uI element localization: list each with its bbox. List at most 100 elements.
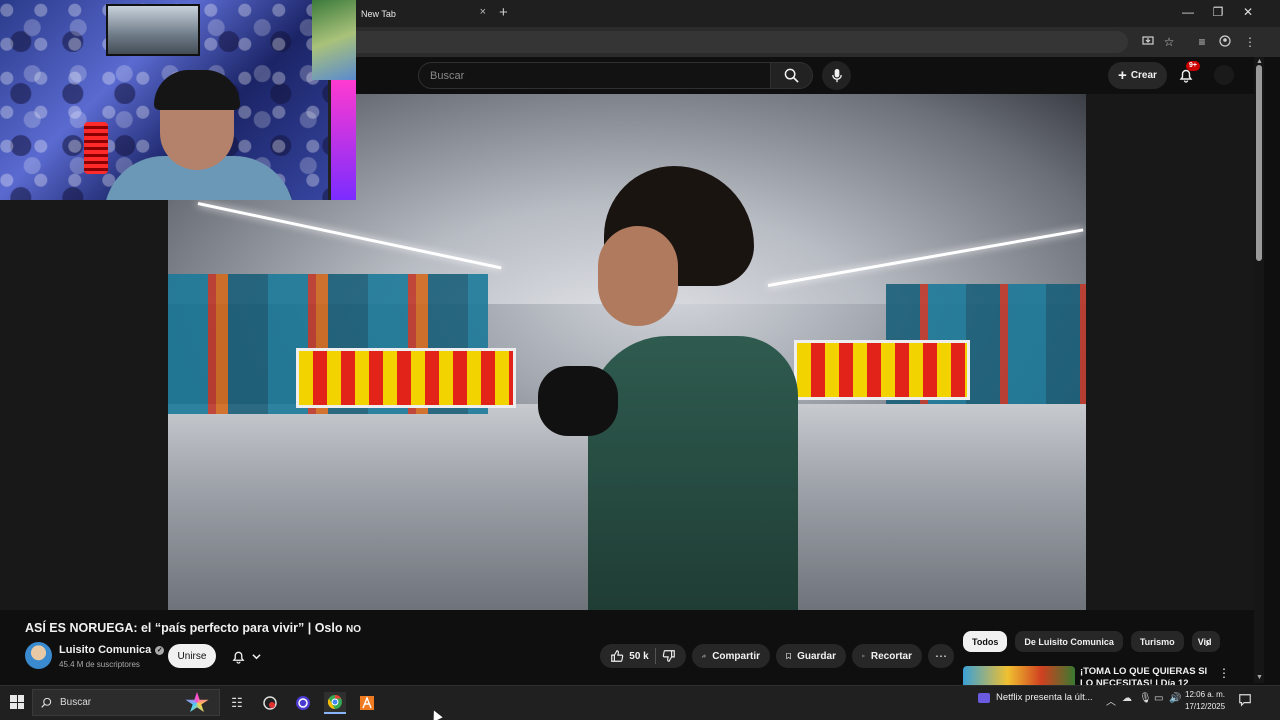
profile-icon[interactable] (1218, 35, 1232, 49)
speaker-icon[interactable]: 🔊 (1169, 693, 1181, 704)
start-button[interactable] (10, 695, 24, 709)
app-icon-3[interactable] (356, 692, 378, 714)
search-box (418, 62, 770, 89)
subscriber-count: 45.4 M de suscriptores (59, 660, 140, 669)
channel-name-text: Luisito Comunica (59, 644, 152, 656)
taskbar-search[interactable]: Buscar (32, 689, 220, 716)
minimize-button[interactable]: — (1178, 5, 1198, 19)
save-button[interactable]: Guardar (776, 644, 846, 668)
video-info-section: ASÍ ES NORUEGA: el “país perfecto para v… (0, 610, 1254, 686)
task-view-icon[interactable]: ☷ (226, 692, 248, 714)
clip-label: Recortar (870, 650, 912, 662)
more-actions-button[interactable]: ⋯ (928, 644, 954, 668)
share-label: Compartir (712, 650, 760, 662)
chevron-down-icon (252, 653, 261, 659)
search-highlight-icon (185, 692, 209, 713)
chip-turismo[interactable]: Turismo (1130, 631, 1184, 652)
microphone-icon[interactable]: 🎙 (1139, 693, 1152, 704)
create-label: Crear (1130, 70, 1157, 81)
subscription-bell-button[interactable] (222, 644, 270, 668)
notifications-button[interactable]: 9+ (1174, 61, 1200, 87)
chip-de-luisito-comunica[interactable]: De Luisito Comunica (1015, 631, 1123, 652)
chrome-icon[interactable] (324, 692, 346, 714)
action-center-icon[interactable] (1238, 693, 1252, 710)
video-frame-barrier-left (296, 348, 516, 408)
recommended-thumbnail[interactable] (963, 666, 1075, 686)
verified-icon: ✓ (155, 645, 165, 655)
screen: New Tab × + — ❐ ✕ ☆ ≡ ⋮ + Crear (0, 0, 1280, 720)
chevron-right-icon[interactable]: › (1205, 634, 1210, 650)
youtube-header: + Crear 9+ (356, 57, 1260, 94)
address-bar[interactable] (356, 31, 1128, 53)
network-icon[interactable]: ▭ (1154, 693, 1163, 704)
cloud-icon[interactable]: ☁ (1122, 693, 1132, 704)
video-frame-barrier-right (794, 340, 970, 400)
video-title: ASÍ ES NORUEGA: el “país perfecto para v… (25, 621, 361, 635)
scroll-up-icon[interactable]: ▲ (1255, 58, 1264, 65)
install-app-icon[interactable] (1141, 35, 1155, 49)
bell-icon (232, 651, 245, 664)
webcam-overlay (0, 0, 356, 200)
notification-badge: 9+ (1186, 61, 1200, 71)
browser-menu-icon[interactable]: ⋮ (1243, 35, 1257, 49)
bookmark-star-icon[interactable]: ☆ (1162, 35, 1176, 49)
scissors-icon (862, 654, 865, 658)
scrollbar-thumb[interactable] (1256, 65, 1262, 261)
clock-date: 17/12/2025 (1185, 702, 1226, 711)
taskbar-clock[interactable]: 12:06 a. m. 17/12/2025 (1185, 689, 1225, 713)
video-frame-presenter (538, 166, 798, 610)
app-icon-1[interactable] (259, 692, 281, 714)
microphone-icon (831, 68, 842, 83)
bookmark-icon (786, 652, 791, 660)
thumbs-down-icon (662, 650, 675, 662)
like-count: 50 k (629, 650, 649, 662)
browser-toolbar: ☆ ≡ ⋮ (356, 27, 1280, 57)
cast-icon[interactable]: ≡ (1195, 35, 1209, 49)
search-button[interactable] (770, 62, 813, 89)
pc-case (328, 80, 356, 200)
account-avatar[interactable] (1214, 65, 1234, 85)
taskbar-notification[interactable]: Netflix presenta la últ... (978, 692, 1093, 703)
app-icon-2[interactable] (292, 692, 314, 714)
recommended-title[interactable]: ¡TOMA LO QUE QUIERAS SI LO NECESITAS! | … (1080, 666, 1220, 685)
taskbar-search-placeholder: Buscar (60, 697, 92, 708)
restore-button[interactable]: ❐ (1208, 5, 1228, 19)
plus-icon: + (1118, 66, 1127, 84)
thumbs-up-icon (611, 650, 624, 662)
like-dislike-group: 50 k (600, 644, 686, 668)
share-icon (702, 654, 707, 659)
video-title-suffix: NO (345, 624, 361, 635)
scroll-down-icon[interactable]: ▼ (1255, 674, 1264, 681)
close-window-button[interactable]: ✕ (1238, 5, 1258, 19)
channel-avatar[interactable] (25, 642, 52, 669)
chip-todos[interactable]: Todos (963, 631, 1008, 652)
search-icon (41, 697, 52, 708)
background-monitor (106, 4, 200, 56)
tab-close-icon[interactable]: × (480, 7, 486, 18)
tab-title: New Tab (361, 8, 396, 19)
clip-button[interactable]: Recortar (852, 644, 922, 668)
browser-tab[interactable]: New Tab × (356, 0, 493, 27)
video-title-text: ASÍ ES NORUEGA: el “país perfecto para v… (25, 621, 343, 635)
like-divider (654, 648, 656, 664)
save-label: Guardar (797, 650, 836, 662)
chevron-up-icon[interactable]: ︿ (1106, 693, 1116, 708)
browser-tab-strip: New Tab × + — ❐ ✕ (356, 0, 1280, 27)
streamer (104, 70, 294, 200)
recommended-menu-icon[interactable]: ⋮ (1218, 666, 1230, 680)
voice-search-button[interactable] (822, 61, 851, 90)
share-button[interactable]: Compartir (692, 644, 770, 668)
search-input[interactable] (419, 63, 770, 88)
join-button[interactable]: Unirse (168, 644, 216, 668)
clock-time: 12:06 a. m. (1185, 690, 1226, 699)
channel-name[interactable]: Luisito Comunica ✓ (59, 644, 165, 656)
recommendation-chips: Todos De Luisito Comunica Turismo Vid (963, 631, 1220, 653)
create-button[interactable]: + Crear (1108, 62, 1167, 89)
page-scrollbar[interactable] (1254, 57, 1264, 683)
windows-taskbar: Buscar ☷ Netflix presenta la últ... ︿ ☁ … (0, 685, 1280, 720)
notification-text: Netflix presenta la últ... (996, 692, 1093, 703)
dislike-button[interactable] (662, 649, 676, 663)
like-button[interactable]: 50 k (610, 649, 649, 663)
tv-icon (978, 692, 990, 703)
new-tab-button[interactable]: + (499, 5, 508, 20)
